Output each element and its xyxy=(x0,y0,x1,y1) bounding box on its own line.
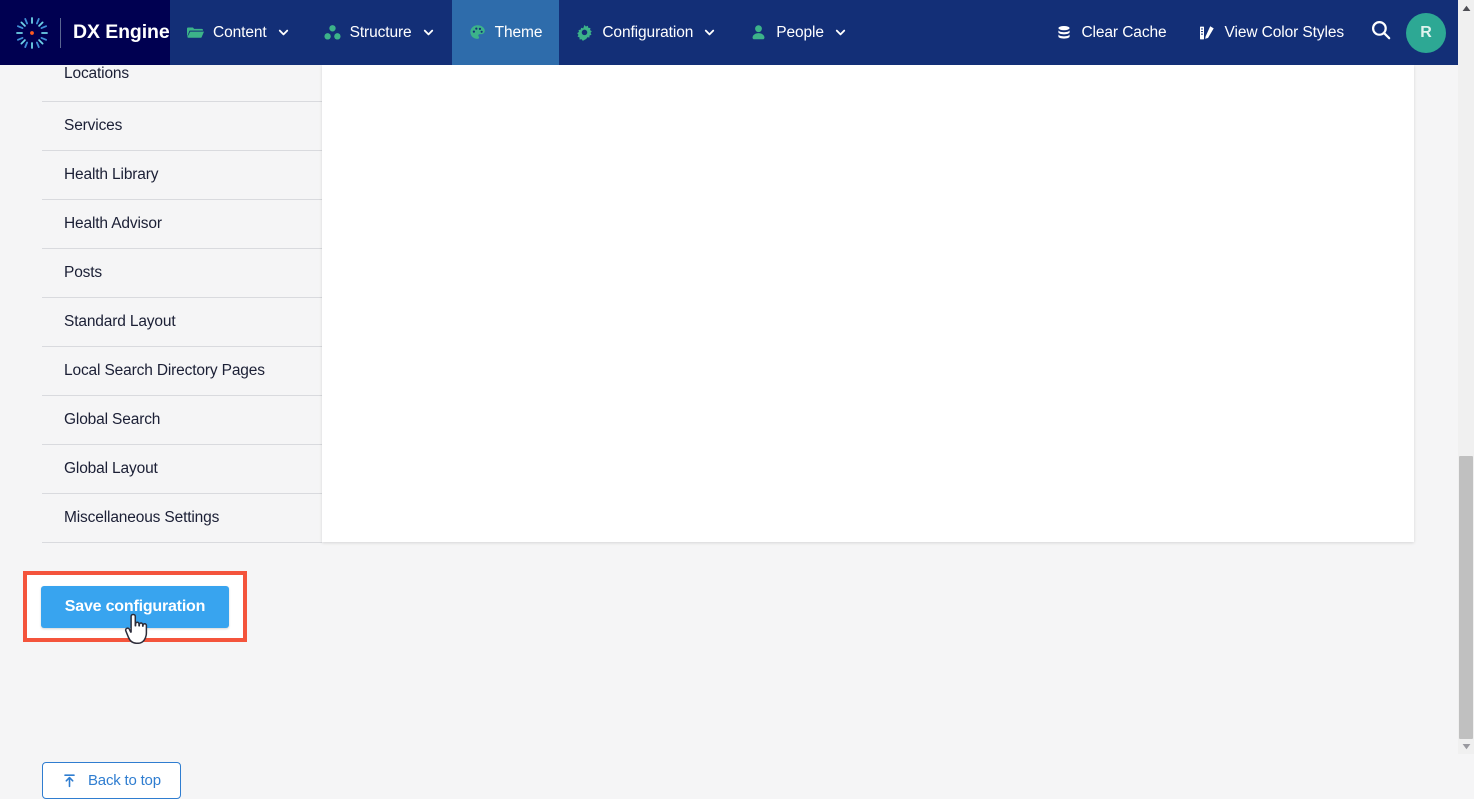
nav-item-label: People xyxy=(776,23,824,41)
page-scrollbar[interactable] xyxy=(1458,0,1474,754)
search-icon xyxy=(1370,19,1392,46)
sidebar-item-label: Health Advisor xyxy=(64,215,162,232)
brand-home-link[interactable]: DX Engine xyxy=(0,0,170,65)
person-icon xyxy=(750,24,767,41)
clear-cache-label: Clear Cache xyxy=(1081,23,1167,41)
database-icon xyxy=(1055,24,1072,41)
sidebar-item-global-layout[interactable]: Global Layout xyxy=(42,445,322,494)
brand-name: DX Engine xyxy=(73,21,170,43)
search-button[interactable] xyxy=(1360,12,1402,54)
secondary-nav-items: Clear Cache View Color Styles R xyxy=(1039,0,1458,65)
nav-item-people[interactable]: People xyxy=(733,0,864,65)
top-navigation-bar: DX Engine Content Structure Theme Config… xyxy=(0,0,1458,65)
gear-icon xyxy=(576,24,593,41)
folder-open-icon xyxy=(187,24,204,41)
sidebar-item-local-search-directory-pages[interactable]: Local Search Directory Pages xyxy=(42,347,322,396)
sidebar-item-label: Health Library xyxy=(64,166,159,183)
sidebar-item-label: Global Layout xyxy=(64,460,158,477)
sidebar-item-health-advisor[interactable]: Health Advisor xyxy=(42,200,322,249)
settings-detail-panel xyxy=(322,65,1414,542)
sidebar-item-label: Local Search Directory Pages xyxy=(64,362,265,379)
app-root: DX Engine Content Structure Theme Config… xyxy=(0,0,1474,799)
settings-sidebar-nav: Locations Services Health Library Health… xyxy=(42,65,322,543)
sidebar-item-services[interactable]: Services xyxy=(42,102,322,151)
sidebar-item-posts[interactable]: Posts xyxy=(42,249,322,298)
sidebar-item-label: Locations xyxy=(64,65,130,82)
palette-icon xyxy=(469,24,486,41)
arrow-up-to-line-icon xyxy=(62,773,77,788)
scroll-down-arrow-icon[interactable] xyxy=(1458,738,1474,754)
scrollbar-thumb[interactable] xyxy=(1459,456,1473,739)
structure-blocks-icon xyxy=(324,24,341,41)
chevron-down-icon xyxy=(277,26,290,39)
main-content-area: Locations Services Health Library Health… xyxy=(0,65,1458,799)
starburst-logo-icon xyxy=(14,15,50,51)
sidebar-item-label: Services xyxy=(64,117,123,134)
clear-cache-button[interactable]: Clear Cache xyxy=(1039,24,1182,42)
sidebar-item-label: Standard Layout xyxy=(64,313,176,330)
view-color-styles-label: View Color Styles xyxy=(1224,23,1345,41)
back-to-top-label: Back to top xyxy=(88,772,161,789)
sidebar-item-standard-layout[interactable]: Standard Layout xyxy=(42,298,322,347)
save-configuration-button[interactable]: Save configuration xyxy=(40,585,230,628)
color-swatch-icon xyxy=(1199,24,1216,41)
sidebar-item-label: Posts xyxy=(64,264,103,281)
save-configuration-highlight: Save configuration xyxy=(23,571,247,642)
nav-item-structure[interactable]: Structure xyxy=(307,0,452,65)
scroll-up-arrow-icon[interactable] xyxy=(1458,0,1474,16)
primary-nav-items: Content Structure Theme Configuration Pe… xyxy=(170,0,864,65)
avatar-initial: R xyxy=(1420,23,1432,41)
chevron-down-icon xyxy=(703,26,716,39)
nav-item-label: Structure xyxy=(349,23,412,41)
nav-item-label: Theme xyxy=(494,23,543,41)
avatar[interactable]: R xyxy=(1406,12,1446,53)
view-color-styles-button[interactable]: View Color Styles xyxy=(1183,24,1360,42)
sidebar-item-health-library[interactable]: Health Library xyxy=(42,151,322,200)
chevron-down-icon xyxy=(422,26,435,39)
brand-divider xyxy=(60,17,61,48)
sidebar-item-global-search[interactable]: Global Search xyxy=(42,396,322,445)
chevron-down-icon xyxy=(834,26,847,39)
nav-item-content[interactable]: Content xyxy=(170,0,307,65)
sidebar-item-label: Miscellaneous Settings xyxy=(64,509,220,526)
sidebar-item-label: Global Search xyxy=(64,411,161,428)
nav-item-label: Content xyxy=(213,23,267,41)
nav-item-label: Configuration xyxy=(602,23,694,41)
back-to-top-button[interactable]: Back to top xyxy=(42,762,181,799)
sidebar-item-miscellaneous-settings[interactable]: Miscellaneous Settings xyxy=(42,494,322,543)
nav-item-configuration[interactable]: Configuration xyxy=(559,0,733,65)
sidebar-item-locations[interactable]: Locations xyxy=(42,65,322,102)
nav-item-theme[interactable]: Theme xyxy=(451,0,560,65)
